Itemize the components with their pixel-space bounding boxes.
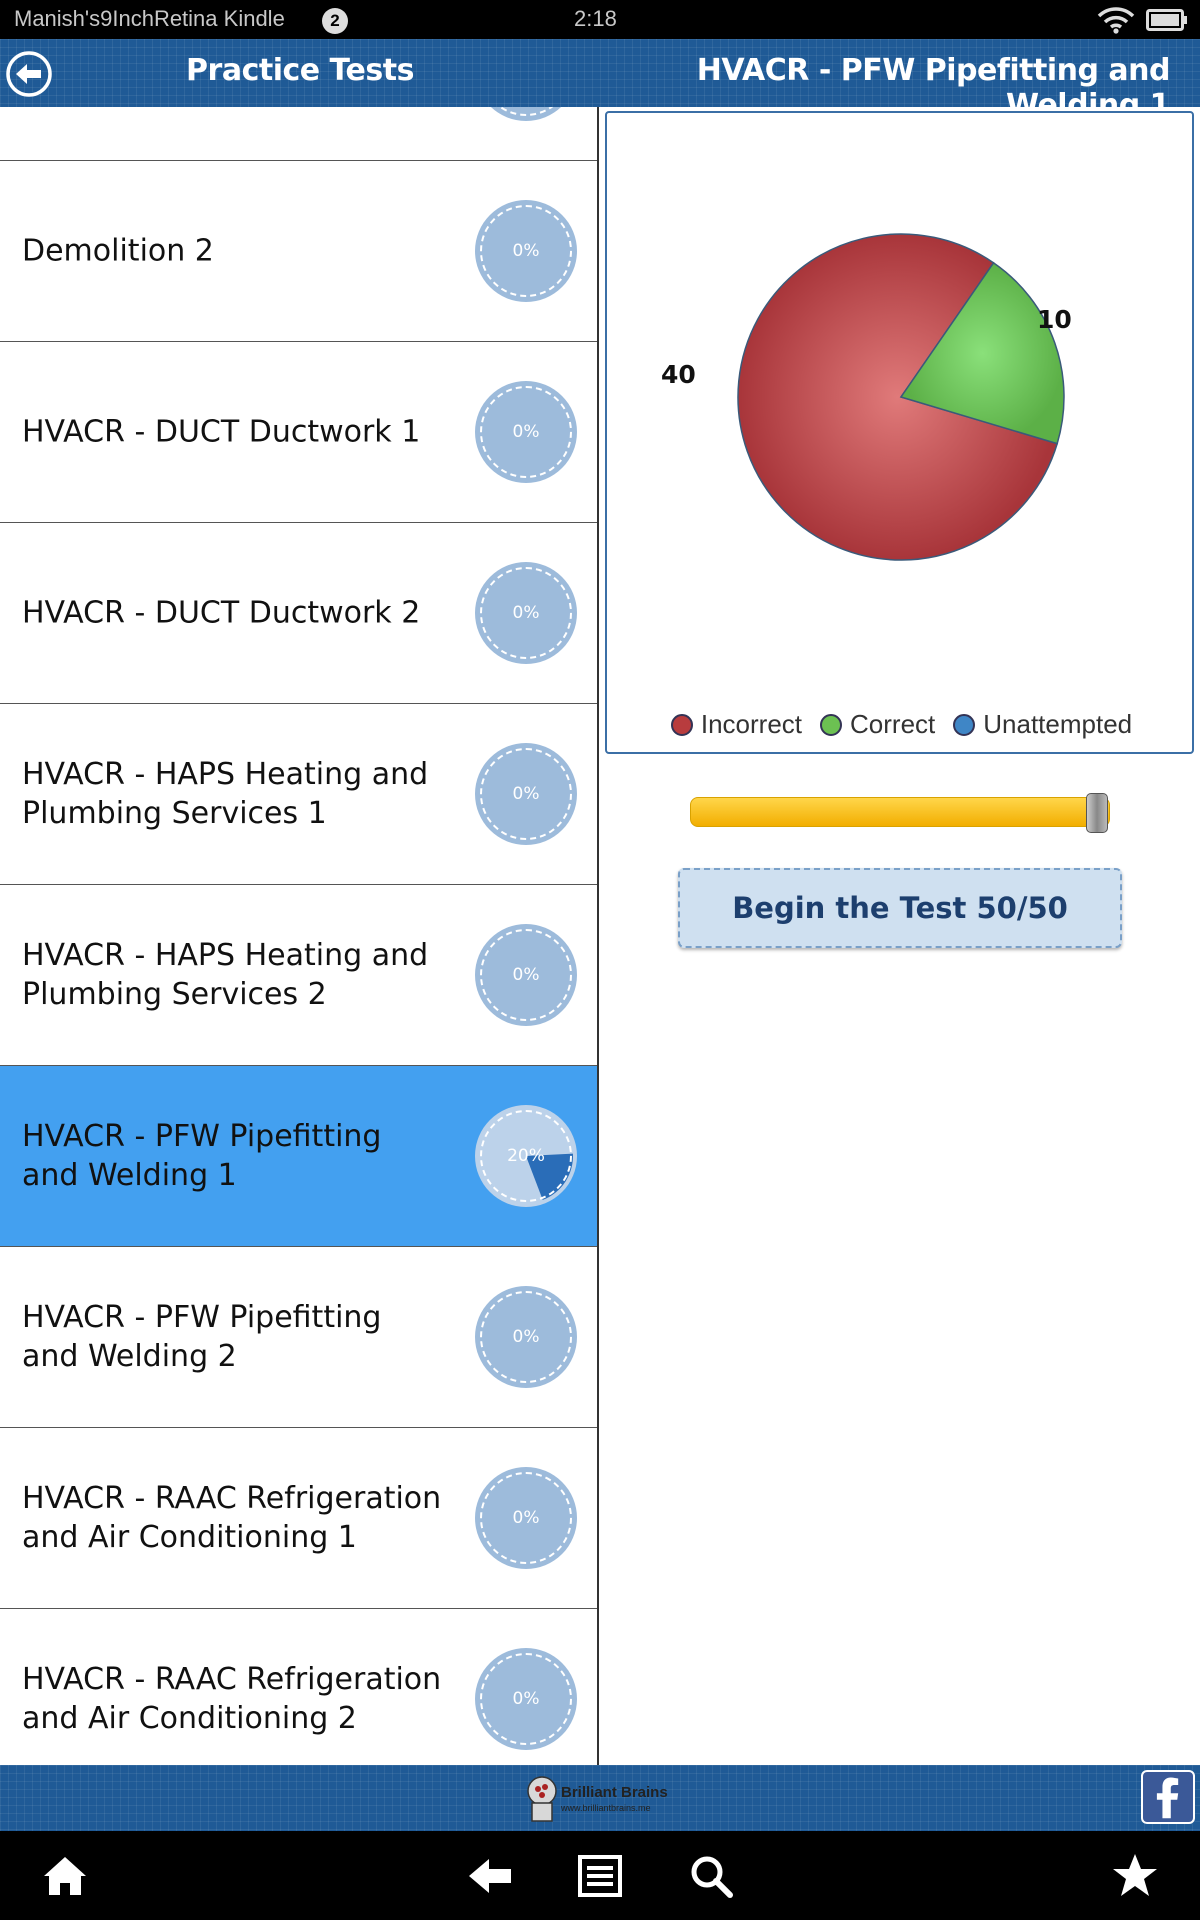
list-item[interactable]: HVACR - HAPS Heating and Plumbing Servic… (0, 885, 597, 1066)
list-item[interactable]: HVACR - HAPS Heating and Plumbing Servic… (0, 704, 597, 885)
home-icon[interactable] (40, 1851, 90, 1901)
list-item-label: HVACR - HAPS Heating and Plumbing Servic… (22, 757, 429, 831)
list-item[interactable]: HVACR - PFW Pipefitting and Welding 1 20% (0, 1066, 597, 1247)
list-item-label: Demolition 2 (22, 233, 214, 269)
app-header: Practice Tests HVACR - PFW Pipefitting a… (0, 39, 1200, 123)
progress-indicator: 0% (475, 924, 577, 1026)
progress-percent: 0% (512, 422, 540, 442)
legend-item-incorrect[interactable]: Incorrect (670, 709, 803, 740)
device-name: Manish's9InchRetina Kindle (14, 6, 285, 31)
progress-indicator: 0% (475, 1467, 577, 1569)
list-item-label: HVACR - DUCT Ductwork 1 (22, 414, 421, 450)
progress-indicator: 0% (475, 1286, 577, 1388)
results-chart-panel: 40 10 Incorrect Correct Unattempted (605, 111, 1194, 754)
list-item-label: HVACR - PFW Pipefitting and Welding 2 (22, 1300, 382, 1374)
legend-swatch (670, 713, 693, 736)
progress-percent: 0% (512, 1689, 540, 1709)
begin-test-button[interactable]: Begin the Test 50/50 (678, 868, 1122, 948)
list-item[interactable]: 0% (0, 107, 597, 161)
list-item[interactable]: HVACR - RAAC Refrigeration and Air Condi… (0, 1609, 597, 1765)
progress-percent: 0% (512, 241, 540, 261)
progress-percent: 20% (507, 1146, 545, 1166)
list-item-label: HVACR - PFW Pipefitting and Welding 1 (22, 1119, 382, 1193)
practice-test-list[interactable]: 0% Demolition 2 0% HVACR - DUCT Ductwork 1 0… (0, 107, 599, 1765)
status-clock: 2:18 (574, 6, 617, 31)
list-item[interactable]: HVACR - PFW Pipefitting and Welding 2 0% (0, 1247, 597, 1428)
legend-label: Correct (850, 709, 936, 739)
question-count-slider[interactable] (690, 793, 1110, 833)
app-footer: Brilliant Brains www.brilliantbrains.me (0, 1765, 1200, 1831)
results-pie-chart: 40 10 (661, 233, 1072, 561)
brand-url: www.brilliantbrains.me (561, 1803, 651, 1813)
progress-percent: 0% (512, 603, 540, 623)
progress-percent: 0% (512, 1327, 540, 1347)
list-item-label: HVACR - HAPS Heating and Plumbing Servic… (22, 938, 429, 1012)
slider-thumb[interactable] (1086, 793, 1108, 833)
progress-indicator: 0% (475, 562, 577, 664)
list-item[interactable]: HVACR - DUCT Ductwork 1 0% (0, 342, 597, 523)
progress-indicator: 0% (475, 1648, 577, 1750)
page-title: Practice Tests (186, 53, 414, 88)
list-item[interactable]: Demolition 2 0% (0, 161, 597, 342)
chart-legend: Incorrect Correct Unattempted (607, 709, 1196, 740)
brand-name: Brilliant Brains (561, 1784, 668, 1801)
progress-percent: 0% (475, 107, 577, 121)
system-nav-bar (0, 1831, 1200, 1920)
legend-item-correct[interactable]: Correct (820, 709, 935, 740)
wifi-icon (1097, 7, 1135, 34)
list-item[interactable]: HVACR - DUCT Ductwork 2 0% (0, 523, 597, 704)
progress-percent: 0% (512, 965, 540, 985)
list-item-label: HVACR - RAAC Refrigeration and Air Condi… (22, 1662, 442, 1736)
search-icon[interactable] (686, 1851, 736, 1901)
star-icon[interactable] (1110, 1851, 1160, 1901)
back-icon[interactable] (465, 1851, 515, 1901)
pie-label-incorrect: 40 (661, 360, 696, 389)
legend-item-unattempted[interactable]: Unattempted (953, 709, 1132, 740)
pie-label-correct: 10 (1037, 305, 1072, 334)
progress-indicator: 0% (475, 743, 577, 845)
legend-label: Unattempted (983, 709, 1133, 739)
slider-track[interactable] (690, 797, 1110, 827)
legend-swatch (953, 713, 976, 736)
progress-indicator: 0% (475, 200, 577, 302)
legend-swatch (820, 713, 843, 736)
status-bar: Manish's9InchRetina Kindle 2 2:18 (0, 0, 1200, 39)
progress-indicator: 0% (475, 381, 577, 483)
list-item-label: HVACR - RAAC Refrigeration and Air Condi… (22, 1481, 442, 1555)
progress-percent: 0% (512, 1508, 540, 1528)
progress-percent: 0% (512, 784, 540, 804)
progress-indicator: 0% (475, 107, 577, 121)
list-item[interactable]: HVACR - RAAC Refrigeration and Air Condi… (0, 1428, 597, 1609)
facebook-icon[interactable] (1141, 1770, 1195, 1824)
legend-label: Incorrect (700, 709, 803, 739)
notification-badge[interactable]: 2 (322, 8, 348, 34)
progress-indicator: 20% (475, 1105, 577, 1207)
list-item-label: HVACR - DUCT Ductwork 2 (22, 595, 421, 631)
battery-icon (1146, 9, 1187, 31)
menu-icon[interactable] (575, 1851, 625, 1901)
